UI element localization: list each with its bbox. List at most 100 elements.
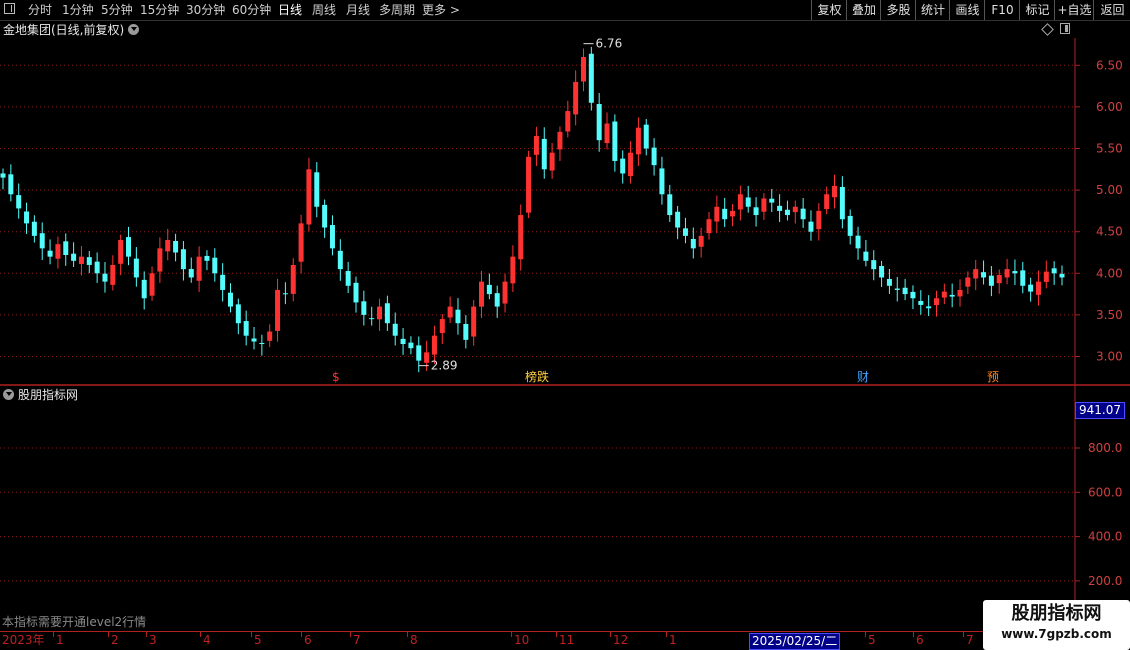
price-tick-label: 4.50 — [1096, 225, 1123, 239]
date-tick — [963, 632, 964, 637]
candle-body — [196, 256, 202, 281]
candle-body — [439, 319, 445, 333]
candle-body — [675, 211, 681, 228]
date-month-label: 2 — [111, 633, 119, 647]
date-month-label: 12 — [613, 633, 629, 647]
candle-body — [235, 304, 241, 324]
low-price-label: 2.89 — [431, 359, 458, 373]
candle-body — [502, 281, 508, 304]
candle-body — [635, 127, 641, 155]
candle-body — [447, 306, 453, 318]
date-month-label: 4 — [203, 633, 211, 647]
candle-body — [832, 185, 838, 198]
candle-body — [290, 264, 296, 294]
candle-body — [816, 210, 822, 230]
candle-body — [306, 169, 312, 225]
candle-body — [1035, 281, 1041, 295]
watermark-title: 股朋指标网 — [1011, 603, 1102, 624]
candle-body — [526, 156, 532, 213]
candle-body — [580, 56, 586, 82]
date-tick — [511, 632, 512, 637]
candle-body — [894, 288, 900, 290]
candle-body — [0, 173, 6, 178]
candle-body — [965, 277, 971, 287]
candle-body — [706, 219, 712, 234]
date-month-label: 5 — [254, 633, 262, 647]
candle-body — [322, 204, 328, 228]
candle-body — [94, 261, 100, 274]
candle-body — [408, 342, 414, 349]
candle-body — [518, 215, 524, 260]
candle-body — [212, 257, 218, 274]
candle-body — [251, 338, 257, 342]
date-month-label: 10 — [514, 633, 530, 647]
candle-body — [996, 274, 1002, 284]
candle-body — [47, 250, 53, 257]
candle-body — [667, 194, 673, 216]
candle-body — [761, 198, 767, 212]
date-month-label: 11 — [559, 633, 575, 647]
candle-body — [604, 123, 610, 144]
candle-body — [588, 53, 594, 103]
candle-body — [541, 138, 547, 170]
level2-notice: 本指标需要开通level2行情 — [2, 615, 147, 629]
candle-body — [337, 250, 343, 270]
candle-body — [431, 335, 437, 355]
candle-body — [471, 306, 477, 337]
candle-body — [957, 289, 963, 297]
candle-body — [486, 284, 492, 295]
candle-body — [682, 228, 688, 236]
candle-body — [227, 292, 233, 307]
candle-body — [204, 255, 210, 261]
date-year-label: 2023年 — [2, 633, 45, 647]
date-tick — [350, 632, 351, 637]
candle-body — [102, 273, 108, 282]
candle-body — [267, 331, 273, 341]
candle-body — [659, 168, 665, 195]
candle-body — [86, 257, 92, 265]
candle-body — [55, 244, 61, 259]
candle-body — [353, 282, 359, 303]
candle-body — [180, 249, 186, 270]
candle-body — [643, 124, 649, 149]
candle-body — [800, 208, 806, 220]
price-tick-label: 3.50 — [1096, 308, 1123, 322]
date-axis[interactable]: 2025/02/25/二 2023年 1 2 3 4 5 6 7 8 10 11 12 1 5 6 7 — [0, 631, 1130, 650]
candle-body — [792, 206, 798, 213]
candle-body — [424, 352, 430, 363]
candle-body — [847, 215, 853, 236]
candle-body — [784, 209, 790, 216]
date-tick — [200, 632, 201, 637]
candle-body — [863, 251, 869, 261]
candle-body — [855, 235, 861, 249]
candle-body — [63, 241, 69, 255]
candle-body — [8, 174, 14, 195]
candle-body — [118, 240, 124, 264]
candle-body — [71, 253, 77, 261]
price-tick-label: 6.00 — [1096, 100, 1123, 114]
candle-body — [745, 197, 751, 207]
candle-body — [400, 338, 406, 345]
date-tick — [251, 632, 252, 637]
date-tick — [556, 632, 557, 637]
candle-body — [620, 158, 626, 174]
price-chart[interactable]: 6.50 6.00 5.50 5.00 4.50 4.00 3.50 3.00 800.0 600… — [0, 0, 1130, 650]
candle-body — [39, 233, 45, 249]
candle-body — [753, 207, 759, 216]
event-marker-1: 榜跌 — [525, 369, 549, 384]
candle-body — [479, 281, 485, 307]
candle-body — [698, 235, 704, 247]
candle-body — [871, 260, 877, 270]
price-tick-label: 6.50 — [1096, 58, 1123, 72]
watermark-logo: 股朋指标网 www.7gpzb.com — [983, 600, 1130, 650]
candle-body — [714, 206, 720, 222]
price-tick-label: 4.00 — [1096, 266, 1123, 280]
candle-body — [126, 237, 132, 257]
candle-body — [879, 265, 885, 278]
date-month-label: 6 — [916, 633, 924, 647]
candle-body — [243, 321, 249, 336]
candle-body — [557, 131, 563, 150]
candle-body — [188, 269, 194, 278]
date-tick — [53, 632, 54, 637]
candle-body — [737, 194, 743, 210]
